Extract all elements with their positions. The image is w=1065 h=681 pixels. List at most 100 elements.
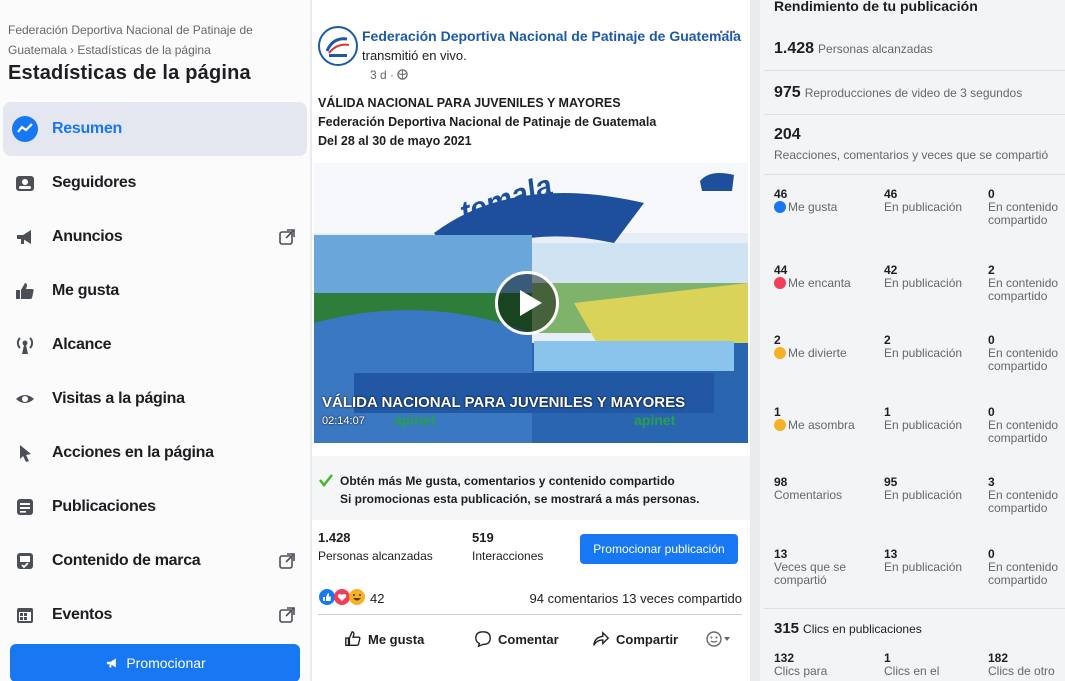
breakdown-row-me-asombra: 1 Me asombra 1 En publicación 0 En contenid… [774,406,1065,470]
divider [764,114,1065,115]
reach-value: 1.428 [318,530,351,545]
calendar-icon [12,602,38,628]
divider [764,174,1065,175]
haha-reaction-icon [774,347,786,359]
sidebar-item-label: Contenido de marca [52,552,201,569]
row-on-shares-label: En contenido compartido [988,488,1059,515]
click-label: Clics en el [884,664,940,678]
video-duration: 02:14:07 [322,415,365,427]
perf-engagement-value: 204 [774,126,801,143]
broadcast-icon [12,332,38,358]
reach-row: 1.428 Personas alcanzadas [774,40,933,58]
perf-views-value: 975 [774,84,801,101]
row-on-post-label: En publicación [884,418,963,432]
row-on-post-label: En publicación [884,276,963,290]
breakdown-row-me-gusta: 46 Me gusta 46 En publicación 0 En contenid… [774,188,1065,252]
sidebar-item-label: Resumen [52,120,122,137]
row-on-shares-label: En contenido compartido [988,560,1059,587]
sidebar-item-publicaciones[interactable]: Publicaciones [0,480,310,534]
row-on-post-label: En publicación [884,560,963,574]
row-on-shares-label: En contenido compartido [988,346,1059,373]
haha-reaction-icon [349,589,365,605]
reaction-count[interactable]: 42 [370,591,384,606]
sidebar-item-label: Alcance [52,336,112,353]
reaction-icons[interactable] [318,588,368,606]
click-label: Clics de otro [988,664,1055,678]
external-link-icon[interactable] [278,228,296,246]
like-reaction-icon [319,589,335,605]
post-timestamp[interactable]: 3 d · [370,68,409,82]
sidebar-item-contenido-marca[interactable]: Contenido de marca [0,534,310,588]
reach-label: Personas alcanzadas [318,549,433,563]
sidebar-item-acciones[interactable]: Acciones en la página [0,426,310,480]
sidebar-item-alcance[interactable]: Alcance [0,318,310,372]
promote-button[interactable]: Promocionar [10,644,300,681]
sidebar-item-label: Publicaciones [52,498,156,515]
page-name-link[interactable]: Federación Deportiva Nacional de Patinaj… [362,28,741,44]
sidebar-item-anuncios[interactable]: Anuncios [0,210,310,264]
sidebar-item-label: Visitas a la página [52,390,185,407]
globe-icon [397,69,409,80]
share-label: Compartir [616,631,679,647]
row-on-shares-label: En contenido compartido [988,276,1059,303]
audience-selector[interactable] [706,631,732,647]
external-link-icon[interactable] [278,606,296,624]
row-on-shares-label: En contenido compartido [988,200,1059,227]
check-icon [319,474,333,488]
clicks-header: 315 Clics en publicaciones [774,620,922,637]
posts-icon [12,494,38,520]
svg-text:apinet: apinet [634,412,676,428]
sidebar-item-visitas[interactable]: Visitas a la página [0,372,310,426]
sidebar-item-label: Seguidores [52,174,137,191]
sidebar-nav: Resumen Seguidores Anuncios Me gusta Alc… [0,102,310,642]
perf-reach-value: 1.428 [774,40,815,57]
engagement-row: 204 Reacciones, comentarios y veces que … [774,126,1048,162]
thumbs-up-icon [12,278,38,304]
like-label: Me gusta [368,631,425,647]
share-button[interactable]: Compartir [592,630,678,648]
share-icon [593,631,610,646]
breadcrumb[interactable]: Federación Deportiva Nacional de Patinaj… [8,20,298,60]
external-link-icon[interactable] [278,552,296,570]
like-reaction-icon [774,201,786,213]
sidebar-item-label: Me gusta [52,282,119,299]
divider [764,608,1065,609]
views-row: 975 Reproducciones de video de 3 segundos [774,84,1022,102]
comments-shares-count[interactable]: 94 comentarios 13 veces compartido [530,591,742,606]
wow-reaction-icon [774,419,786,431]
row-label: Comentarios [774,488,843,502]
promote-label: Promocionar [126,655,206,671]
video-overlay-title: VÁLIDA NACIONAL PARA JUVENILES Y MAYORES [322,394,686,411]
sidebar-item-label: Acciones en la página [52,444,214,461]
post-line: Federación Deportiva Nacional de Patinaj… [318,115,657,129]
page-avatar[interactable] [318,26,358,66]
insights-sidebar: Federación Deportiva Nacional de Patinaj… [0,0,310,681]
row-on-post-label: En publicación [884,346,963,360]
row-on-post-label: En publicación [884,200,963,214]
row-label: Veces que se compartió [774,560,847,587]
click-label: Clics para [774,664,828,678]
comment-button[interactable]: Comentar [474,630,559,648]
video-player[interactable]: temala apinet apinet VÁLIDA NACIONAL PAR… [314,163,748,443]
tip-subtitle: Si promocionas esta publicación, se most… [340,492,700,506]
sidebar-item-label: Eventos [52,606,113,623]
reach-metric: 1.428 Personas alcanzadas [318,530,433,563]
boost-post-button[interactable]: Promocionar publicación [580,534,738,564]
sidebar-item-resumen[interactable]: Resumen [3,102,307,156]
post-options-button[interactable]: ··· [719,24,738,42]
play-button[interactable] [495,271,559,335]
megaphone-icon [107,658,117,668]
sidebar-item-me-gusta[interactable]: Me gusta [0,264,310,318]
like-button[interactable]: Me gusta [344,630,424,648]
sidebar-item-eventos[interactable]: Eventos [0,588,310,642]
federation-logo-icon [325,37,350,57]
clicks-label: Clics en publicaciones [803,622,922,636]
thumbs-up-icon [345,631,361,646]
emoji-chevron-icon [706,631,730,647]
row-on-shares-label: En contenido compartido [988,418,1059,445]
sidebar-item-seguidores[interactable]: Seguidores [0,156,310,210]
post-line: Del 28 al 30 de mayo 2021 [318,134,472,148]
page-title: Estadísticas de la página [8,62,251,84]
love-reaction-icon [334,589,350,605]
row-label: Me gusta [788,200,838,214]
